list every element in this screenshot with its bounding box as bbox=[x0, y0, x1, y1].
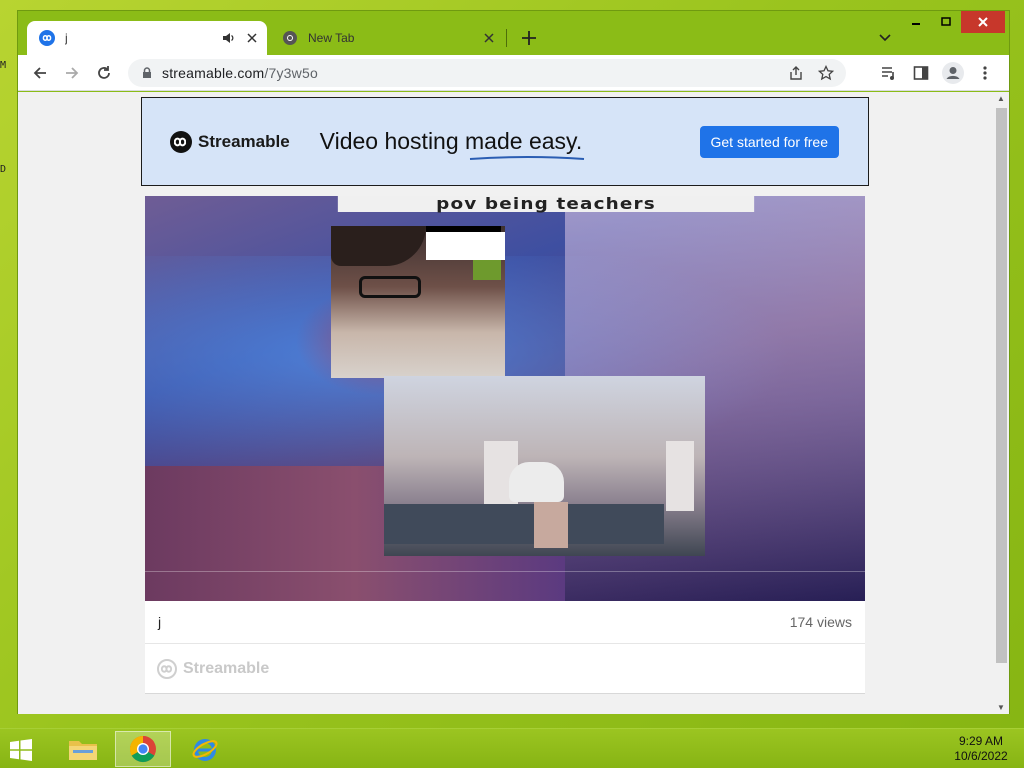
browser-toolbar: streamable.com/7y3w5o bbox=[18, 55, 1009, 91]
streamable-logo-icon bbox=[170, 130, 192, 153]
tab-divider bbox=[506, 29, 507, 47]
view-count: 174 views bbox=[789, 614, 852, 630]
video-player[interactable]: pov being teachers bbox=[145, 196, 865, 601]
vertical-scrollbar[interactable]: ▲ ▼ bbox=[993, 92, 1009, 714]
media-control-button[interactable] bbox=[875, 59, 903, 87]
tab-streamable[interactable]: j bbox=[27, 21, 267, 55]
bookmark-star-icon[interactable] bbox=[818, 65, 834, 81]
taskbar: 9:29 AM 10/6/2022 bbox=[0, 728, 1024, 768]
chrome-taskbar-button[interactable] bbox=[115, 731, 171, 767]
tab-search-button[interactable] bbox=[874, 27, 896, 49]
tab-close-icon[interactable] bbox=[243, 29, 261, 47]
reload-icon bbox=[98, 66, 110, 79]
desktop-edge-text: M bbox=[0, 60, 7, 71]
url-path: /7y3w5o bbox=[264, 65, 318, 81]
side-panel-icon bbox=[913, 66, 929, 80]
internet-explorer-icon bbox=[192, 739, 218, 761]
url-text: streamable.com/7y3w5o bbox=[162, 65, 318, 81]
reload-button[interactable] bbox=[90, 59, 118, 87]
url-domain: streamable.com bbox=[162, 65, 265, 81]
minimize-icon bbox=[912, 23, 920, 25]
banner-tagline-text: Video hosting made easy. bbox=[319, 128, 583, 154]
back-button[interactable] bbox=[26, 59, 54, 87]
address-bar[interactable]: streamable.com/7y3w5o bbox=[128, 59, 846, 87]
tab-close-icon[interactable] bbox=[480, 29, 498, 47]
speaker-icon[interactable] bbox=[219, 29, 237, 47]
minimize-button[interactable] bbox=[901, 11, 931, 33]
video-inset-room bbox=[384, 376, 705, 556]
underline-swoosh-icon bbox=[469, 156, 584, 160]
tab-title: New Tab bbox=[308, 31, 355, 45]
video-overlay-caption: pov being teachers bbox=[337, 196, 755, 212]
footer-bar: Streamable bbox=[145, 644, 865, 694]
forward-button[interactable] bbox=[58, 59, 86, 87]
menu-button[interactable] bbox=[971, 59, 999, 87]
scroll-thumb[interactable] bbox=[996, 108, 1007, 663]
streamable-favicon-icon bbox=[39, 30, 55, 46]
plus-icon bbox=[522, 31, 536, 45]
browser-window: j New Tab streamable.com/7y3w5o Streamab… bbox=[17, 10, 1010, 714]
video-progress-line bbox=[145, 571, 865, 572]
video-inset-face bbox=[331, 226, 505, 378]
arrow-right-icon bbox=[66, 67, 79, 79]
banner-brand-name: Streamable bbox=[198, 131, 290, 151]
kebab-menu-icon bbox=[983, 66, 987, 80]
taskbar-clock[interactable]: 9:29 AM 10/6/2022 bbox=[946, 734, 1016, 764]
avatar-icon bbox=[942, 62, 964, 84]
internet-explorer-taskbar-button[interactable] bbox=[177, 731, 233, 767]
file-explorer-taskbar-button[interactable] bbox=[55, 731, 111, 767]
side-panel-button[interactable] bbox=[907, 59, 935, 87]
chevron-down-icon bbox=[879, 34, 891, 42]
close-window-button[interactable] bbox=[961, 11, 1005, 33]
promo-banner[interactable]: Streamable Video hosting made easy. Get … bbox=[141, 97, 869, 186]
new-tab-button[interactable] bbox=[516, 25, 542, 51]
get-started-button[interactable]: Get started for free bbox=[699, 125, 839, 158]
profile-button[interactable] bbox=[939, 59, 967, 87]
lock-icon bbox=[143, 67, 151, 78]
windows-start-icon[interactable] bbox=[6, 735, 36, 765]
desktop-edge-text: D bbox=[0, 164, 7, 175]
share-icon[interactable] bbox=[788, 65, 804, 81]
close-icon bbox=[978, 17, 988, 27]
chrome-icon bbox=[129, 735, 156, 763]
page-content: Streamable Video hosting made easy. Get … bbox=[18, 92, 993, 714]
maximize-icon bbox=[941, 17, 951, 26]
tab-strip: j New Tab bbox=[18, 11, 1009, 55]
banner-brand: Streamable bbox=[170, 130, 290, 153]
banner-tagline: Video hosting made easy. bbox=[319, 128, 584, 160]
maximize-button[interactable] bbox=[931, 11, 961, 33]
arrow-left-icon bbox=[33, 67, 46, 79]
video-title: j bbox=[158, 614, 162, 630]
scroll-down-icon[interactable]: ▼ bbox=[997, 703, 1005, 712]
playlist-icon bbox=[882, 67, 894, 80]
clock-date: 10/6/2022 bbox=[954, 749, 1008, 763]
video-info-bar: j 174 views bbox=[145, 601, 865, 644]
chrome-favicon-icon bbox=[283, 31, 297, 45]
scroll-up-icon[interactable]: ▲ bbox=[997, 94, 1005, 103]
tab-title: j bbox=[65, 31, 68, 45]
footer-brand-name[interactable]: Streamable bbox=[183, 660, 269, 678]
folder-icon bbox=[69, 741, 97, 760]
window-controls bbox=[901, 11, 1005, 33]
clock-time: 9:29 AM bbox=[958, 734, 1004, 748]
streamable-logo-icon[interactable] bbox=[157, 658, 177, 679]
tab-new-tab[interactable]: New Tab bbox=[270, 21, 504, 55]
